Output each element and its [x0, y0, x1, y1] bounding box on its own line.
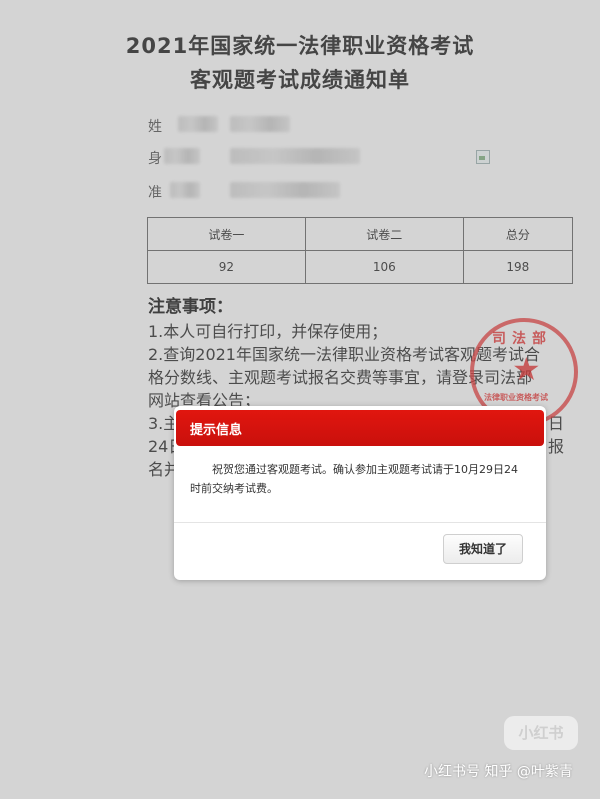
- modal-overlay: [0, 0, 600, 799]
- notice-dialog: 提示信息 祝贺您通过客观题考试。确认参加主观题考试请于10月29日24时前交纳考…: [174, 406, 546, 580]
- watermark-text: 小红书号 知乎 @叶紫青: [424, 764, 573, 780]
- dialog-title: 提示信息: [190, 423, 243, 438]
- dialog-message: 祝贺您通过客观题考试。确认参加主观题考试请于10月29日24时前交纳考试费。: [190, 463, 518, 495]
- dialog-divider: [174, 522, 546, 523]
- dialog-header: 提示信息: [176, 410, 544, 446]
- xiaohongshu-logo: 小红书: [504, 716, 578, 750]
- acknowledge-button[interactable]: 我知道了: [443, 534, 523, 564]
